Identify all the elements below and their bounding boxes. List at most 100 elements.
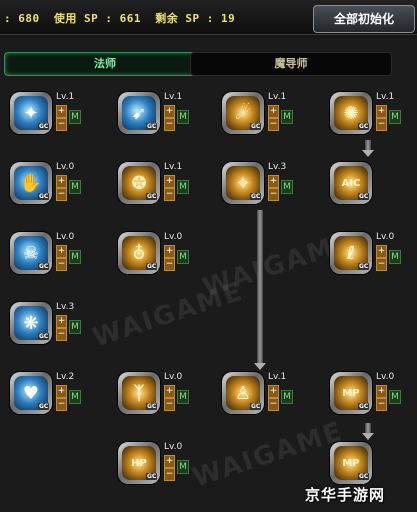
skill-slot[interactable]: ❋ GC Lv.3 + − M xyxy=(10,302,100,352)
level-up-button[interactable]: + xyxy=(56,105,67,118)
skill-icon[interactable]: MP GC xyxy=(330,372,372,414)
level-down-button[interactable]: − xyxy=(268,188,279,201)
level-up-button[interactable]: + xyxy=(376,385,387,398)
gc-badge: GC xyxy=(38,193,50,200)
skill-slot[interactable]: HP GC Lv.0 + − M xyxy=(118,442,208,492)
level-up-button[interactable]: + xyxy=(268,105,279,118)
skill-icon[interactable]: ❋ GC xyxy=(10,302,52,344)
level-down-button[interactable]: − xyxy=(164,188,175,201)
level-up-button[interactable]: + xyxy=(164,245,175,258)
level-down-button[interactable]: − xyxy=(56,188,67,201)
skill-icon[interactable]: ✋ GC xyxy=(10,162,52,204)
skill-slot[interactable]: ➹ GC Lv.1 + − M xyxy=(118,92,208,142)
master-button[interactable]: M xyxy=(177,460,189,474)
level-down-button[interactable]: − xyxy=(164,468,175,481)
skill-slot[interactable]: ✦ GC Lv.1 + − M xyxy=(10,92,100,142)
skill-icon[interactable]: MP GC xyxy=(330,442,372,484)
skill-icon[interactable]: ℓ GC xyxy=(330,232,372,274)
reset-all-button[interactable]: 全部初始化 xyxy=(313,5,415,33)
skill-icon[interactable]: ☄ GC xyxy=(222,92,264,134)
master-button[interactable]: M xyxy=(389,250,401,264)
level-up-button[interactable]: + xyxy=(164,105,175,118)
master-button[interactable]: M xyxy=(69,250,81,264)
level-up-button[interactable]: + xyxy=(164,385,175,398)
level-up-button[interactable]: + xyxy=(268,175,279,188)
gc-badge: GC xyxy=(358,473,370,480)
sp-summary-text: : 680 使用 SP : 661 剩余 SP : 19 xyxy=(4,12,236,25)
skill-slot[interactable]: ✺ GC Lv.1 + − M xyxy=(330,92,417,142)
level-up-button[interactable]: + xyxy=(56,245,67,258)
skill-slot[interactable]: ♁ GC Lv.0 + − M xyxy=(118,232,208,282)
skill-slot[interactable]: ℓ GC Lv.0 + − M xyxy=(330,232,417,282)
skill-level: Lv.0 xyxy=(56,162,75,172)
master-button[interactable]: M xyxy=(177,110,189,124)
master-button[interactable]: M xyxy=(177,250,189,264)
master-button[interactable]: M xyxy=(389,390,401,404)
master-button[interactable]: M xyxy=(69,320,81,334)
level-down-button[interactable]: − xyxy=(56,328,67,341)
skill-slot[interactable]: AIC GC xyxy=(330,162,417,212)
skill-icon[interactable]: AIC GC xyxy=(330,162,372,204)
skill-icon[interactable]: HP GC xyxy=(118,442,160,484)
skill-icon[interactable]: ✦ GC xyxy=(10,92,52,134)
gc-badge: GC xyxy=(250,403,262,410)
skill-icon[interactable]: ➹ GC xyxy=(118,92,160,134)
skill-slot[interactable]: ✧ GC Lv.3 + − M xyxy=(222,162,312,212)
skill-slot[interactable]: ♙ GC Lv.1 + − M xyxy=(222,372,312,422)
skill-icon[interactable]: ✧ GC xyxy=(222,162,264,204)
level-down-button[interactable]: − xyxy=(164,118,175,131)
level-down-button[interactable]: − xyxy=(268,398,279,411)
skill-slot[interactable]: ✪ GC Lv.1 + − M xyxy=(118,162,208,212)
master-button[interactable]: M xyxy=(69,110,81,124)
skill-slot[interactable]: ☄ GC Lv.1 + − M xyxy=(222,92,312,142)
connector-arrow-icon xyxy=(362,433,374,440)
gc-badge: GC xyxy=(38,403,50,410)
level-down-button[interactable]: − xyxy=(376,118,387,131)
skill-slot[interactable]: ♥ GC Lv.2 + − M xyxy=(10,372,100,422)
skill-icon[interactable]: ᛉ GC xyxy=(118,372,160,414)
level-down-button[interactable]: − xyxy=(56,258,67,271)
level-up-button[interactable]: + xyxy=(164,175,175,188)
level-up-button[interactable]: + xyxy=(56,385,67,398)
level-down-button[interactable]: − xyxy=(164,258,175,271)
skill-level: Lv.0 xyxy=(56,232,75,242)
skill-slot[interactable]: ᛉ GC Lv.0 + − M xyxy=(118,372,208,422)
level-down-button[interactable]: − xyxy=(164,398,175,411)
level-up-button[interactable]: + xyxy=(164,455,175,468)
level-down-button[interactable]: − xyxy=(56,118,67,131)
level-down-button[interactable]: − xyxy=(376,398,387,411)
level-down-button[interactable]: − xyxy=(268,118,279,131)
skill-icon[interactable]: ♥ GC xyxy=(10,372,52,414)
level-up-button[interactable]: + xyxy=(376,105,387,118)
skill-slot[interactable]: ☠ GC Lv.0 + − M xyxy=(10,232,100,282)
tab-mage[interactable]: 法师 xyxy=(4,52,206,76)
master-button[interactable]: M xyxy=(69,180,81,194)
skill-icon[interactable]: ♙ GC xyxy=(222,372,264,414)
gc-badge: GC xyxy=(146,263,158,270)
gc-badge: GC xyxy=(358,403,370,410)
level-up-button[interactable]: + xyxy=(56,175,67,188)
gc-badge: GC xyxy=(38,333,50,340)
master-button[interactable]: M xyxy=(281,390,293,404)
skill-icon[interactable]: ♁ GC xyxy=(118,232,160,274)
level-down-button[interactable]: − xyxy=(56,398,67,411)
skill-slot[interactable]: MP GC Lv.0 + − M xyxy=(330,372,417,422)
skill-icon[interactable]: ✺ GC xyxy=(330,92,372,134)
level-up-button[interactable]: + xyxy=(56,315,67,328)
skill-slot[interactable]: ✋ GC Lv.0 + − M xyxy=(10,162,100,212)
skill-level: Lv.3 xyxy=(268,162,287,172)
level-up-button[interactable]: + xyxy=(376,245,387,258)
master-button[interactable]: M xyxy=(177,390,189,404)
gc-badge: GC xyxy=(358,123,370,130)
skill-icon[interactable]: ☠ GC xyxy=(10,232,52,274)
master-button[interactable]: M xyxy=(389,110,401,124)
master-button[interactable]: M xyxy=(281,180,293,194)
skill-icon[interactable]: ✪ GC xyxy=(118,162,160,204)
sp-status-bar: : 680 使用 SP : 661 剩余 SP : 19 全部初始化 xyxy=(0,0,417,35)
level-down-button[interactable]: − xyxy=(376,258,387,271)
level-up-button[interactable]: + xyxy=(268,385,279,398)
master-button[interactable]: M xyxy=(177,180,189,194)
tab-sorcerer[interactable]: 魔导师 xyxy=(190,52,392,76)
master-button[interactable]: M xyxy=(281,110,293,124)
master-button[interactable]: M xyxy=(69,390,81,404)
